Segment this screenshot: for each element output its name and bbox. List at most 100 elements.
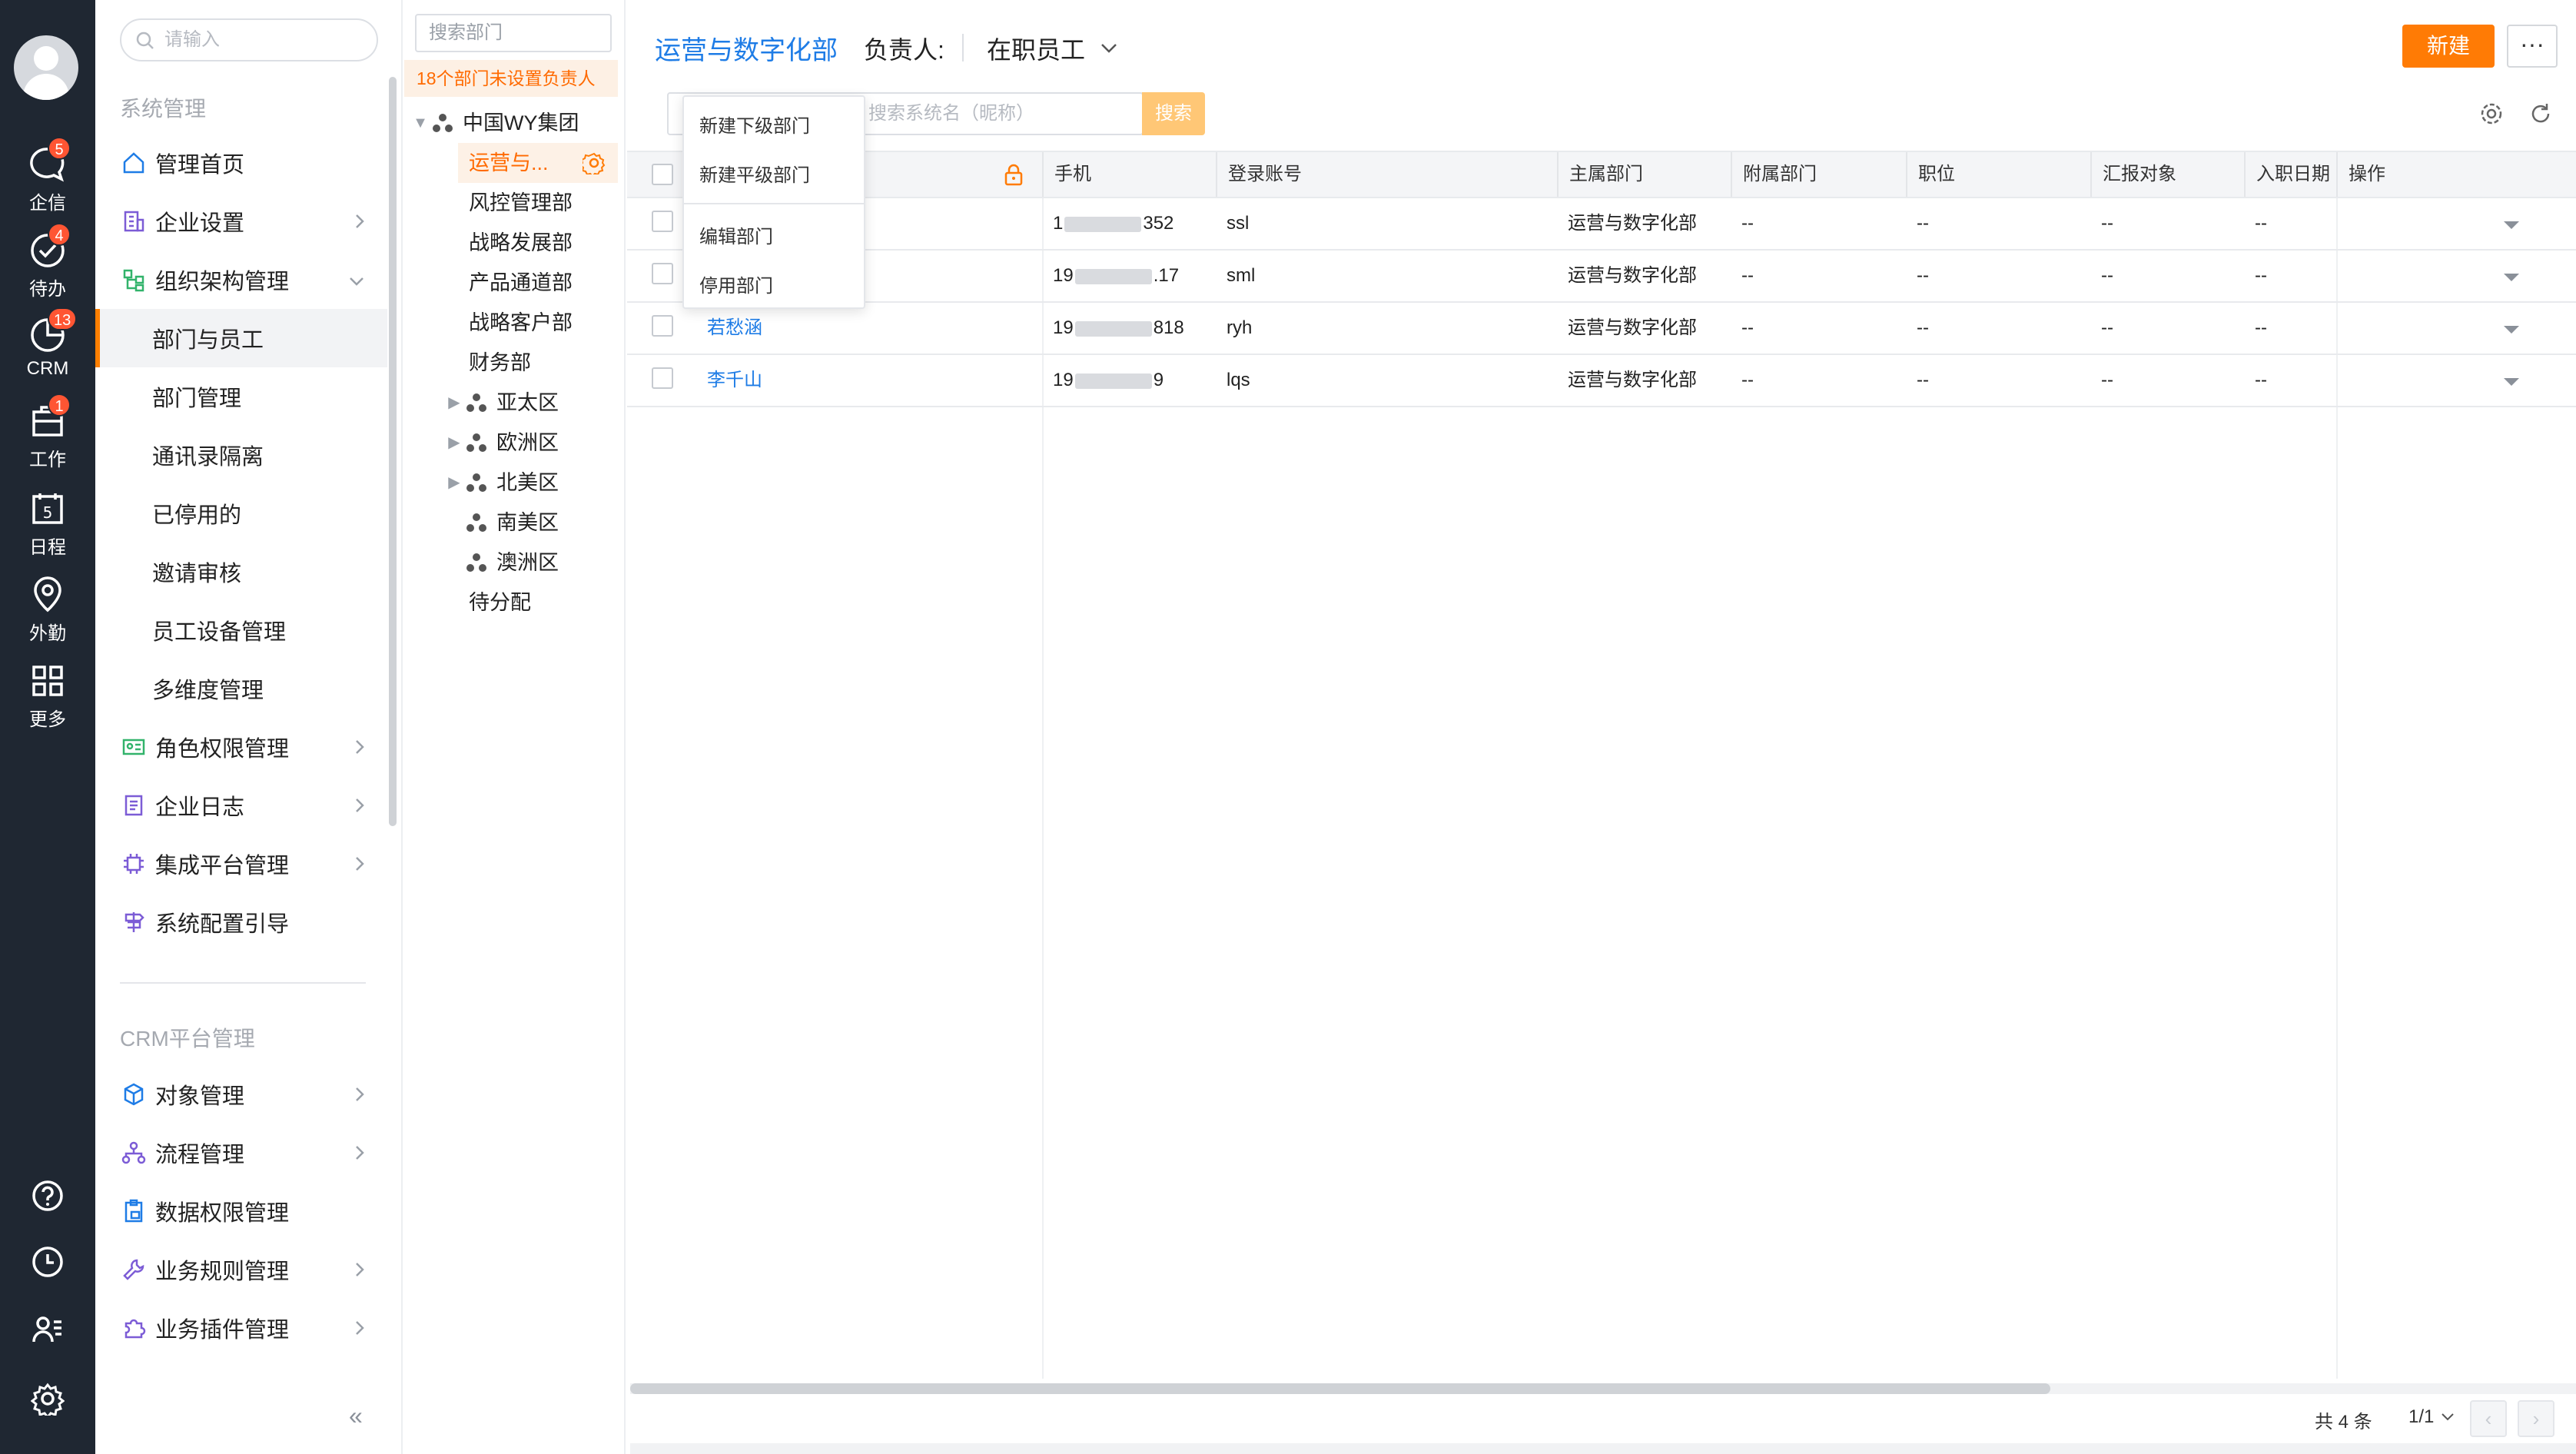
history-button[interactable] bbox=[0, 1245, 95, 1279]
column-header-account[interactable]: 登录账号 bbox=[1216, 152, 1302, 197]
new-button[interactable]: 新建 bbox=[2402, 25, 2495, 68]
menu-item-home[interactable]: 管理首页 bbox=[95, 134, 387, 192]
employee-name-link[interactable]: 若愁涵 bbox=[696, 303, 762, 354]
rail-item-field[interactable]: 外勤 bbox=[0, 575, 95, 652]
column-header-sub-dept[interactable]: 附属部门 bbox=[1731, 152, 1817, 197]
collapse-menu-button[interactable]: « bbox=[349, 1402, 363, 1430]
tree-node[interactable]: 风控管理部 bbox=[469, 183, 573, 223]
row-checkbox[interactable] bbox=[652, 263, 673, 284]
row-action-dropdown-icon[interactable] bbox=[2502, 377, 2521, 387]
chevron-right-icon bbox=[356, 1146, 364, 1160]
column-header-phone[interactable]: 手机 bbox=[1042, 152, 1091, 197]
table-row[interactable]: 1 352 ssl 运营与数字化部 -- -- -- -- bbox=[627, 198, 2576, 251]
menu-item-org-structure[interactable]: 组织架构管理 bbox=[95, 251, 387, 309]
table-row[interactable]: 19.17 sml 运营与数字化部 -- -- -- -- bbox=[627, 251, 2576, 303]
column-settings-icon[interactable] bbox=[2479, 101, 2504, 126]
account-cell: ssl bbox=[1227, 213, 1250, 234]
tree-node[interactable]: 财务部 bbox=[469, 343, 531, 383]
rail-item-chat[interactable]: 5 企信 bbox=[0, 137, 95, 221]
rail-item-crm[interactable]: 13 CRM bbox=[0, 307, 95, 392]
menu-item-config-guide[interactable]: 系统配置引导 bbox=[95, 893, 387, 951]
redacted-mask bbox=[1064, 216, 1142, 232]
more-actions-button[interactable]: ··· bbox=[2507, 25, 2558, 68]
menu-item-contact-isolation[interactable]: 通讯录隔离 bbox=[95, 426, 387, 484]
menu-item-dept-employees[interactable]: 部门与员工 bbox=[95, 309, 387, 367]
tree-node-root[interactable]: ▼ 中国WY集团 bbox=[409, 103, 579, 143]
menu-item-dept-management[interactable]: 部门管理 bbox=[95, 367, 387, 426]
employee-status-select[interactable]: 在职员工 bbox=[987, 31, 1119, 66]
next-page-button[interactable]: › bbox=[2518, 1400, 2554, 1437]
tree-node-region[interactable]: 澳洲区 bbox=[443, 543, 559, 583]
menu-item-business-plugins[interactable]: 业务插件管理 bbox=[95, 1299, 387, 1357]
row-checkbox[interactable] bbox=[652, 315, 673, 337]
column-header-main-dept[interactable]: 主属部门 bbox=[1557, 152, 1643, 197]
menu-search-input[interactable]: 请输入 bbox=[120, 18, 378, 61]
tree-node-region[interactable]: ▶ 亚太区 bbox=[443, 383, 559, 423]
tree-node-region[interactable]: ▶ 北美区 bbox=[443, 463, 559, 503]
menu-item-invite-review[interactable]: 邀请审核 bbox=[95, 543, 387, 601]
column-header-report-to[interactable]: 汇报对象 bbox=[2090, 152, 2176, 197]
unassigned-owner-warning[interactable]: 18个部门未设置负责人 bbox=[404, 60, 618, 97]
table-row[interactable]: 李千山 19 9 lqs 运营与数字化部 -- -- -- -- bbox=[627, 355, 2576, 407]
tree-node[interactable]: 产品通道部 bbox=[469, 263, 573, 303]
search-button[interactable]: 搜索 bbox=[1142, 92, 1205, 135]
signpost-icon bbox=[120, 908, 148, 936]
expand-triangle-icon[interactable]: ▶ bbox=[443, 423, 466, 463]
page-select[interactable]: 1/1 bbox=[2408, 1406, 2455, 1428]
column-header-position[interactable]: 职位 bbox=[1906, 152, 1955, 197]
tree-node-unassigned[interactable]: 待分配 bbox=[469, 583, 531, 622]
menu-item-integration[interactable]: 集成平台管理 bbox=[95, 835, 387, 893]
ctx-new-sibling-dept[interactable]: 新建平级部门 bbox=[699, 160, 810, 187]
report-to-cell: -- bbox=[2101, 317, 2113, 338]
tree-node[interactable]: 战略客户部 bbox=[469, 303, 573, 343]
row-action-dropdown-icon[interactable] bbox=[2502, 324, 2521, 335]
row-checkbox[interactable] bbox=[652, 211, 673, 232]
row-action-dropdown-icon[interactable] bbox=[2502, 272, 2521, 283]
menu-scrollbar[interactable] bbox=[389, 77, 397, 826]
calendar-icon: 5 bbox=[32, 493, 63, 524]
tree-node-region[interactable]: 南美区 bbox=[443, 503, 559, 543]
row-action-dropdown-icon[interactable] bbox=[2502, 220, 2521, 231]
menu-item-device-management[interactable]: 员工设备管理 bbox=[95, 601, 387, 659]
row-checkbox[interactable] bbox=[652, 367, 673, 389]
employee-name-link[interactable]: 李千山 bbox=[696, 355, 762, 406]
dept-search-input[interactable]: 搜索部门 bbox=[415, 14, 612, 52]
settings-button[interactable] bbox=[0, 1382, 95, 1416]
ctx-new-sub-dept[interactable]: 新建下级部门 bbox=[699, 111, 810, 138]
expand-triangle-icon[interactable]: ▶ bbox=[443, 383, 466, 423]
menu-item-disabled[interactable]: 已停用的 bbox=[95, 484, 387, 543]
ctx-edit-dept[interactable]: 编辑部门 bbox=[699, 221, 773, 248]
menu-item-business-rules[interactable]: 业务规则管理 bbox=[95, 1240, 387, 1299]
menu-item-object-management[interactable]: 对象管理 bbox=[95, 1065, 387, 1124]
tree-node[interactable]: 战略发展部 bbox=[469, 223, 573, 263]
lock-icon[interactable] bbox=[1004, 163, 1024, 186]
prev-page-button[interactable]: ‹ bbox=[2470, 1400, 2507, 1437]
menu-item-data-permissions[interactable]: 数据权限管理 bbox=[95, 1182, 387, 1240]
dept-settings-icon[interactable] bbox=[583, 151, 606, 174]
rail-item-work[interactable]: 1 工作 bbox=[0, 393, 95, 478]
rail-item-more[interactable]: 更多 bbox=[0, 661, 95, 738]
tree-node-region[interactable]: ▶ 欧洲区 bbox=[443, 423, 559, 463]
horizontal-scrollbar-thumb[interactable] bbox=[630, 1383, 2050, 1394]
search-icon bbox=[136, 32, 154, 49]
ctx-disable-dept[interactable]: 停用部门 bbox=[699, 271, 773, 297]
expand-triangle-icon[interactable]: ▼ bbox=[409, 103, 432, 143]
menu-item-company-log[interactable]: 企业日志 bbox=[95, 776, 387, 835]
menu-item-role-permissions[interactable]: 角色权限管理 bbox=[95, 718, 387, 776]
contacts-button[interactable] bbox=[0, 1313, 95, 1346]
chip-icon bbox=[120, 850, 148, 878]
table-row[interactable]: 若愁涵 19 818 ryh 运营与数字化部 -- -- -- -- bbox=[627, 303, 2576, 355]
rail-item-schedule[interactable]: 5 日程 bbox=[0, 489, 95, 566]
column-header-actions: 操作 bbox=[2336, 152, 2385, 197]
avatar[interactable] bbox=[14, 35, 78, 100]
expand-triangle-icon[interactable]: ▶ bbox=[443, 463, 466, 503]
refresh-icon[interactable] bbox=[2528, 101, 2553, 126]
help-button[interactable] bbox=[0, 1179, 95, 1213]
select-all-checkbox[interactable] bbox=[652, 164, 673, 185]
menu-item-process-management[interactable]: 流程管理 bbox=[95, 1124, 387, 1182]
report-to-cell: -- bbox=[2101, 213, 2113, 234]
rail-item-todo[interactable]: 4 待办 bbox=[0, 223, 95, 307]
menu-item-multi-dimension[interactable]: 多维度管理 bbox=[95, 659, 387, 718]
column-header-join-date[interactable]: 入职日期 bbox=[2244, 152, 2336, 197]
menu-item-company-settings[interactable]: 企业设置 bbox=[95, 192, 387, 251]
